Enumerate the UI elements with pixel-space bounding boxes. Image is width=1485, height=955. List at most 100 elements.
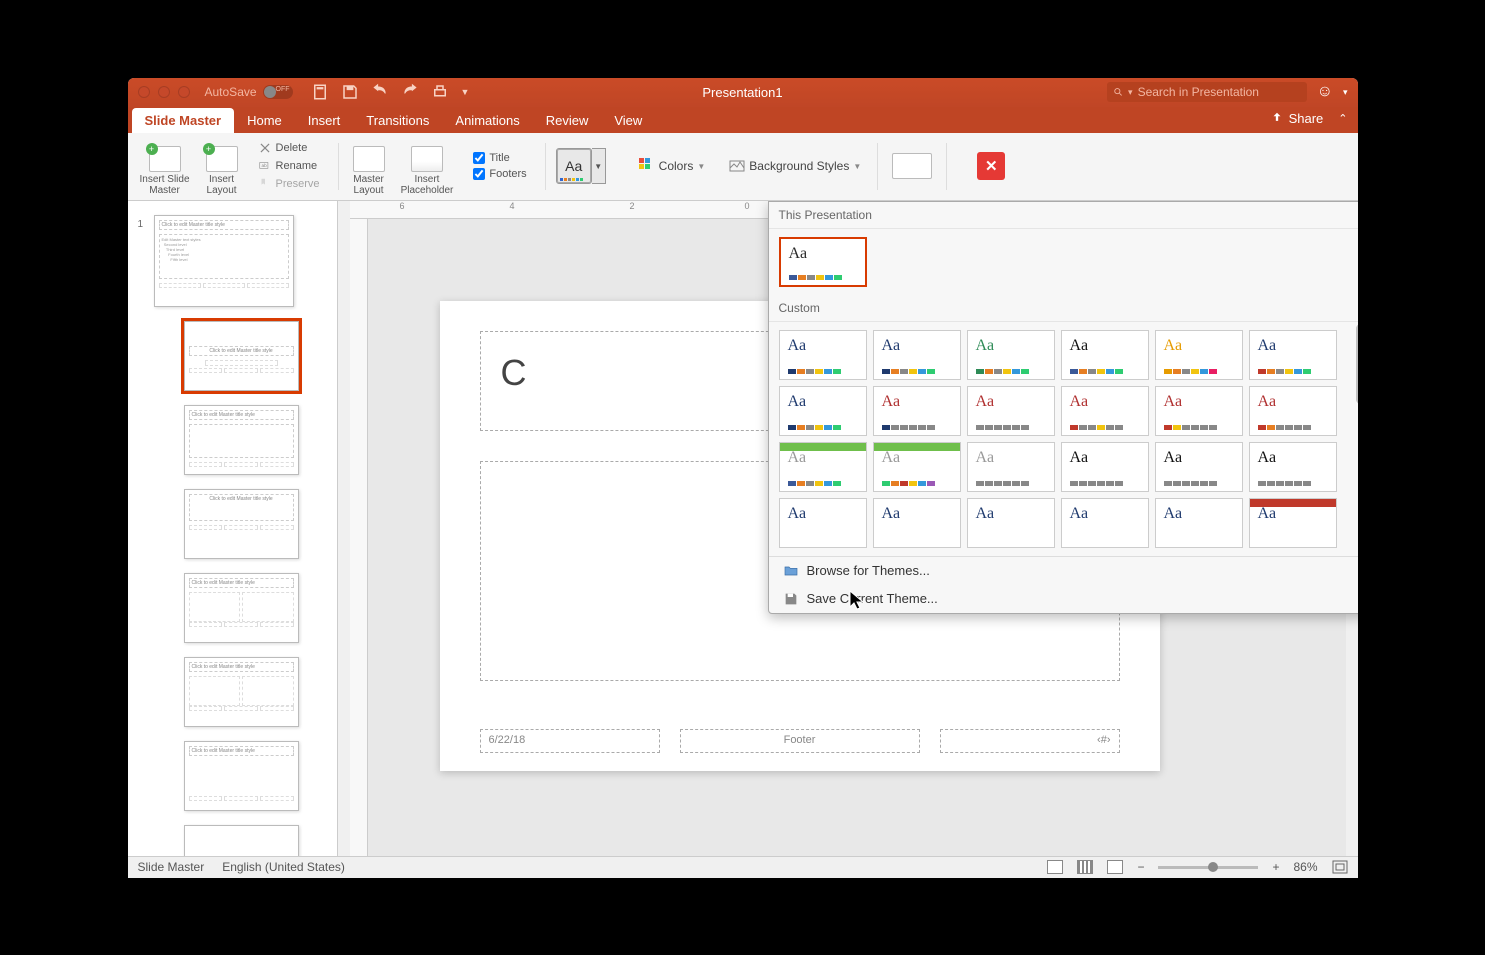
background-styles-button[interactable]: Background Styles▼: [723, 156, 867, 176]
themes-scrollbar[interactable]: [1355, 324, 1358, 554]
theme-preset[interactable]: Aa: [1061, 498, 1149, 548]
theme-aa-icon: Aa: [882, 337, 901, 355]
undo-icon[interactable]: [371, 83, 389, 101]
fit-to-window-button[interactable]: [1332, 860, 1348, 874]
theme-preset[interactable]: Aa: [779, 442, 867, 492]
tab-review[interactable]: Review: [533, 108, 602, 133]
save-theme-button[interactable]: Save Current Theme...: [769, 585, 1358, 613]
theme-preset[interactable]: Aa: [779, 386, 867, 436]
feedback-dropdown-icon[interactable]: ▾: [1343, 87, 1348, 98]
theme-preset[interactable]: Aa: [873, 442, 961, 492]
theme-preset[interactable]: Aa: [873, 330, 961, 380]
browse-themes-button[interactable]: Browse for Themes...: [769, 557, 1358, 585]
theme-preset[interactable]: Aa: [873, 386, 961, 436]
checkbox-input[interactable]: [473, 152, 485, 164]
status-language[interactable]: English (United States): [222, 860, 345, 874]
qat-dropdown-icon[interactable]: ▼: [461, 87, 470, 97]
theme-preset[interactable]: Aa: [967, 386, 1055, 436]
theme-preset[interactable]: Aa: [1249, 498, 1337, 548]
share-button[interactable]: Share ⌃: [1270, 111, 1348, 126]
checkbox-input[interactable]: [473, 168, 485, 180]
colors-button[interactable]: Colors▼: [633, 156, 712, 176]
scrollbar-thumb[interactable]: [1356, 324, 1358, 404]
theme-preset[interactable]: Aa: [779, 498, 867, 548]
theme-preset[interactable]: Aa: [1155, 330, 1243, 380]
save-icon[interactable]: [341, 83, 359, 101]
ruler-tick: 4: [510, 201, 515, 211]
toggle-switch[interactable]: OFF: [263, 85, 293, 99]
tab-home[interactable]: Home: [234, 108, 295, 133]
delete-button[interactable]: Delete: [254, 140, 324, 156]
footer-placeholder[interactable]: Footer: [680, 729, 920, 753]
zoom-level[interactable]: 86%: [1293, 860, 1317, 874]
tab-view[interactable]: View: [601, 108, 655, 133]
theme-preset[interactable]: Aa: [873, 498, 961, 548]
slide-size-button[interactable]: [888, 137, 936, 196]
search-dropdown-icon[interactable]: ▾: [1128, 87, 1133, 98]
insert-slide-master-button[interactable]: + Insert Slide Master: [136, 137, 194, 196]
feedback-icon[interactable]: ☺: [1317, 83, 1333, 101]
layout-thumbnail[interactable]: Click to edit Master title style: [184, 657, 299, 727]
print-icon[interactable]: [431, 83, 449, 101]
panel-scrollbar[interactable]: [338, 201, 350, 856]
theme-preset[interactable]: Aa: [967, 330, 1055, 380]
theme-preset[interactable]: Aa: [1249, 442, 1337, 492]
title-checkbox[interactable]: Title: [469, 151, 530, 165]
rename-button[interactable]: abRename: [254, 158, 324, 174]
normal-view-button[interactable]: [1047, 860, 1063, 874]
theme-preset[interactable]: Aa: [1155, 498, 1243, 548]
themes-dropdown-button[interactable]: ▼: [592, 148, 606, 184]
reading-view-button[interactable]: [1107, 860, 1123, 874]
theme-preset[interactable]: Aa: [1249, 330, 1337, 380]
save-icon: [783, 591, 799, 607]
insert-layout-label: Insert Layout: [207, 174, 237, 196]
theme-preset[interactable]: Aa: [967, 442, 1055, 492]
insert-placeholder-button[interactable]: Insert Placeholder: [397, 137, 458, 196]
theme-aa-icon: Aa: [788, 449, 807, 467]
insert-layout-button[interactable]: + Insert Layout: [202, 137, 242, 196]
themes-button[interactable]: Aa: [556, 148, 592, 184]
sorter-view-button[interactable]: [1077, 860, 1093, 874]
layout-thumbnail[interactable]: Click to edit Master title style: [184, 573, 299, 643]
theme-preset[interactable]: Aa: [779, 330, 867, 380]
slide-number-placeholder[interactable]: ‹#›: [940, 729, 1120, 753]
preserve-button[interactable]: Preserve: [254, 176, 324, 192]
redo-icon[interactable]: [401, 83, 419, 101]
theme-preset[interactable]: Aa: [1155, 386, 1243, 436]
search-box[interactable]: ▾: [1107, 82, 1307, 102]
tab-transitions[interactable]: Transitions: [353, 108, 442, 133]
theme-swatches: [976, 481, 1029, 486]
tab-insert[interactable]: Insert: [295, 108, 354, 133]
zoom-out-button[interactable]: −: [1137, 860, 1144, 874]
footers-checkbox[interactable]: Footers: [469, 167, 530, 181]
file-icon[interactable]: [311, 83, 329, 101]
layout-thumbnail[interactable]: Click to edit Master title style: [184, 489, 299, 559]
theme-preset[interactable]: Aa: [1061, 386, 1149, 436]
theme-preset[interactable]: Aa: [1249, 386, 1337, 436]
layout-thumbnail[interactable]: Click to edit Master title style: [184, 405, 299, 475]
layout-thumbnail[interactable]: [184, 825, 299, 856]
tab-slide-master[interactable]: Slide Master: [132, 108, 235, 133]
theme-preset[interactable]: Aa: [1061, 442, 1149, 492]
date-placeholder[interactable]: 6/22/18: [480, 729, 660, 753]
theme-preset[interactable]: Aa: [1155, 442, 1243, 492]
zoom-slider[interactable]: [1158, 866, 1258, 869]
theme-preset[interactable]: Aa: [1061, 330, 1149, 380]
close-window-button[interactable]: [138, 86, 150, 98]
tab-animations[interactable]: Animations: [442, 108, 532, 133]
zoom-in-button[interactable]: +: [1272, 860, 1279, 874]
minimize-window-button[interactable]: [158, 86, 170, 98]
master-thumbnail[interactable]: Click to edit Master title style Edit Ma…: [154, 215, 294, 307]
slide-thumbnail-panel[interactable]: 1 Click to edit Master title style Edit …: [128, 201, 338, 856]
theme-preset[interactable]: Aa: [779, 237, 867, 287]
layout-thumbnail[interactable]: Click to edit Master title style: [184, 741, 299, 811]
theme-preset[interactable]: Aa: [967, 498, 1055, 548]
search-input[interactable]: [1138, 85, 1301, 99]
master-layout-button[interactable]: Master Layout: [349, 137, 389, 196]
close-master-button[interactable]: ✕: [977, 152, 1005, 180]
footer-placeholders: 6/22/18 Footer ‹#›: [480, 729, 1120, 753]
zoom-window-button[interactable]: [178, 86, 190, 98]
layout-thumbnail[interactable]: Click to edit Master title style: [184, 321, 299, 391]
autosave-toggle[interactable]: AutoSave OFF: [205, 85, 293, 99]
collapse-ribbon-icon[interactable]: ⌃: [1338, 112, 1347, 125]
